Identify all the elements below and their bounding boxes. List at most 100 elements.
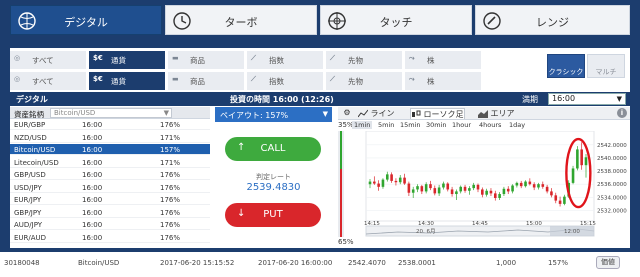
tab-turbo[interactable]: ターボ [165, 5, 317, 35]
asset-name: EUR/GBP [14, 121, 46, 129]
payout-select[interactable]: ペイアウト: 157% ▼ [215, 107, 332, 122]
category-label: 株 [427, 56, 435, 65]
category-currency[interactable]: $€ 通貨 [89, 51, 165, 69]
candle-body [420, 186, 424, 192]
candle-body [563, 196, 566, 204]
coins-icon: ◎ [14, 54, 21, 62]
category-commodity[interactable]: ▬ 商品 [168, 72, 244, 90]
asset-row[interactable]: AUD/JPY 16:00 176% [10, 219, 210, 230]
expiry-select[interactable]: 16:00 ▼ [548, 93, 626, 105]
info-icon[interactable]: i [617, 108, 627, 118]
tab-touch[interactable]: タッチ [320, 5, 472, 35]
asset-row[interactable]: GBP/USD 16:00 176% [10, 169, 210, 180]
category-commodity[interactable]: ▬ 商品 [168, 51, 244, 69]
tab-range[interactable]: レンジ [475, 5, 630, 35]
candle-body [424, 184, 428, 192]
scroll-label-date: 20. 6月 [416, 228, 436, 235]
asset-row[interactable]: Litecoin/USD 16:00 171% [10, 157, 210, 168]
asset-payout: 176% [160, 221, 181, 229]
tab-digital[interactable]: デジタル [10, 5, 162, 35]
asset-row[interactable]: EUR/GBP 16:00 176% [10, 119, 210, 130]
category-label: すべて [32, 77, 54, 86]
candle-body [519, 182, 523, 187]
chart-tab-candlestick[interactable]: ローソク足 [410, 108, 465, 119]
asset-row[interactable]: NZD/USD 16:00 171% [10, 132, 210, 143]
candle-body [537, 184, 540, 188]
asset-row[interactable]: Bitcoin/USD 16:00 157% [10, 144, 210, 155]
candle-body [429, 184, 432, 189]
asset-row[interactable]: USD/JPY 16:00 176% [10, 182, 210, 193]
candle-body [403, 177, 406, 184]
put-button[interactable]: ↓ PUT [225, 203, 321, 227]
candlestick-chart[interactable]: 2542.0000 2540.0000 2538.0000 2536.0000 2534… [338, 131, 630, 237]
asset-search-select[interactable]: Bitcoin/USD ▼ [50, 108, 172, 118]
category-all[interactable]: ◎ すべて [10, 72, 86, 90]
classic-view-button[interactable]: クラシック [547, 54, 585, 78]
multi-view-button[interactable]: マルチ [587, 54, 625, 78]
category-index[interactable]: ⟋ 指数 [247, 51, 323, 69]
range-15min[interactable]: 15min [400, 121, 421, 129]
asset-time: 16:00 [82, 221, 103, 229]
category-row-1: ◎ すべて $€ 通貨 ▬ 商品 ⟋ 指数 ⟋ 先物 ⤳ 株 [10, 50, 545, 70]
asset-row[interactable]: EUR/JPY 16:00 176% [10, 194, 210, 205]
candle-body [493, 193, 497, 198]
range-1hour[interactable]: 1hour [452, 121, 471, 129]
asset-name: GBP/USD [14, 171, 46, 179]
category-futures[interactable]: ⟋ 先物 [326, 72, 402, 90]
candle-body [481, 189, 484, 195]
asset-name: NZD/USD [14, 133, 47, 142]
asset-row[interactable]: GBP/JPY 16:00 176% [10, 207, 210, 218]
sentiment-call-bar [340, 131, 342, 169]
category-futures[interactable]: ⟋ 先物 [326, 51, 402, 69]
range-1day[interactable]: 1day [509, 121, 525, 129]
y-tick-label: 2534.0000 [597, 195, 627, 201]
asset-payout: 176% [160, 183, 181, 192]
range-4hours[interactable]: 4hours [479, 121, 501, 129]
chart-tab-label: ローソク足 [423, 110, 464, 119]
asset-name: EUR/JPY [14, 196, 42, 204]
range-30min[interactable]: 30min [426, 121, 447, 129]
position-close-time: 2017-06-20 16:00:00 [258, 259, 333, 267]
candle-body [459, 186, 463, 192]
chart-tab-line[interactable]: ライン [358, 108, 395, 119]
candle-body [485, 190, 488, 195]
category-label: 株 [427, 77, 435, 86]
settings-icon[interactable]: ⚙ [340, 108, 354, 119]
category-label: 通貨 [111, 56, 126, 65]
asset-time: 16:00 [82, 146, 103, 154]
panel-title: デジタル [16, 95, 48, 104]
candle-body [576, 149, 579, 169]
multi-view-label: マルチ [595, 68, 617, 76]
category-stock[interactable]: ⤳ 株 [405, 51, 481, 69]
candle-body [377, 183, 380, 187]
candle-body [541, 184, 545, 187]
candle-body [502, 188, 506, 195]
category-index[interactable]: ⟋ 指数 [247, 72, 323, 90]
candle-body [463, 186, 467, 191]
chart-tab-area[interactable]: エリア [478, 108, 515, 119]
call-button[interactable]: ↑ CALL [225, 137, 321, 161]
scroll-label-time: 12:00 [564, 229, 580, 235]
asset-payout: 176% [160, 208, 181, 217]
candle-body [545, 186, 549, 192]
candle-body [450, 189, 454, 195]
range-1min[interactable]: 1min [352, 121, 373, 129]
candle-body [476, 184, 480, 190]
asset-payout: 176% [160, 233, 181, 242]
position-detail-button[interactable]: 価値 [596, 256, 620, 269]
category-stock[interactable]: ⤳ 株 [405, 72, 481, 90]
line-chart-icon [358, 109, 368, 118]
category-currency[interactable]: $€ 通貨 [89, 72, 165, 90]
candle-body [390, 174, 393, 181]
y-tick-label: 2542.0000 [597, 143, 627, 149]
range-5min[interactable]: 5min [378, 121, 394, 129]
category-label: 通貨 [111, 77, 126, 86]
expiry-value: 16:00 [552, 94, 576, 103]
asset-search-value: Bitcoin/USD [54, 109, 96, 117]
asset-row[interactable]: EUR/AUD 16:00 176% [10, 232, 210, 243]
mode-tab-bar: デジタル ターボ タッチ レンジ [0, 0, 640, 42]
category-all[interactable]: ◎ すべて [10, 51, 86, 69]
candle-body [385, 174, 389, 180]
asset-payout: 176% [160, 121, 181, 129]
currency-icon: $€ [93, 75, 103, 83]
